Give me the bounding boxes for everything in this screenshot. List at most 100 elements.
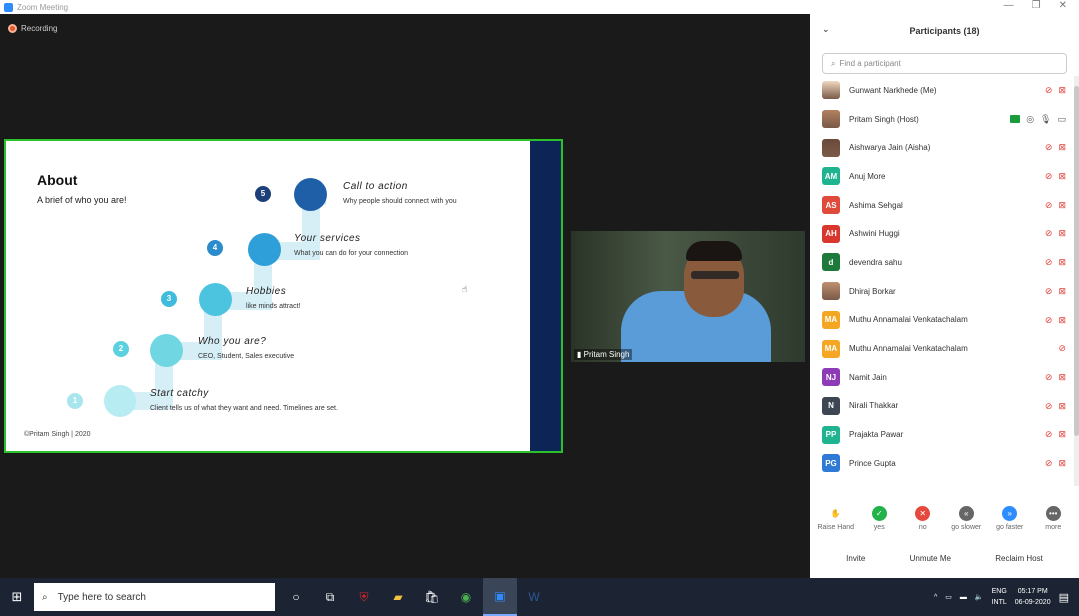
store-icon[interactable]: 🛍 <box>415 578 449 616</box>
video-person-hair <box>686 241 742 261</box>
participant-row[interactable]: AM Anuj More ⊘ ⊠ <box>810 162 1074 191</box>
zoom-icon[interactable]: ▣ <box>483 578 517 616</box>
mic-muted-icon: ⊘ <box>1044 171 1053 182</box>
language-indicator[interactable]: ENG INTL <box>992 586 1007 608</box>
mcafee-icon[interactable]: ⛨ <box>347 578 381 616</box>
step-2-number: 2 <box>113 341 129 357</box>
participant-row[interactable]: N Nirali Thakkar ⊘ ⊠ <box>810 392 1074 421</box>
participant-avatar <box>822 282 840 301</box>
video-off-icon: ⊠ <box>1058 314 1066 325</box>
taskbar-apps: ○ ⧉ ⛨ ▰ 🛍 ◉ ▣ W <box>279 578 551 616</box>
participant-row[interactable]: NJ Namit Jain ⊘ ⊠ <box>810 363 1074 392</box>
slide-footer: ©Pritam Singh | 2020 <box>24 431 91 438</box>
network-icon[interactable]: ▭ <box>945 593 952 601</box>
participant-avatar: PG <box>822 454 840 473</box>
participant-status: ⊘ ⊠ <box>1045 401 1066 411</box>
recording-indicator[interactable]: Recording <box>8 24 57 33</box>
signal-icon: ▮ <box>577 350 582 359</box>
participant-row[interactable]: PP Prajakta Pawar ⊘ ⊠ <box>810 420 1074 449</box>
participant-row[interactable]: Pritam Singh (Host) ◎ 🎙 ▭ <box>810 105 1074 134</box>
video-off-icon: ⊠ <box>1058 142 1066 153</box>
participant-row[interactable]: AH Ashwini Huggi ⊘ ⊠ <box>810 219 1074 248</box>
participant-status: ⊘ ⊠ <box>1045 429 1066 439</box>
window-title: Zoom Meeting <box>17 2 69 12</box>
window-title-bar: Zoom Meeting <box>0 0 810 14</box>
collapse-chevron-icon[interactable]: ⌄ <box>822 24 830 35</box>
participant-row[interactable]: d devendra sahu ⊘ ⊠ <box>810 248 1074 277</box>
participant-video[interactable]: ▮ Pritam Singh <box>571 231 805 362</box>
reaction-go-slower-button[interactable]: « go slower <box>946 506 986 531</box>
task-view-icon[interactable]: ⧉ <box>313 578 347 616</box>
search-icon: ⌕ <box>831 58 836 68</box>
video-person-glasses <box>691 271 739 279</box>
reclaim-host-button[interactable]: Reclaim Host <box>989 552 1049 565</box>
taskbar-clock[interactable]: 05:17 PM 06-09-2020 <box>1015 586 1051 608</box>
participant-list[interactable]: Gunwant Narkhede (Me) ⊘ ⊠ Pritam Singh (Hos… <box>810 76 1074 486</box>
participant-avatar <box>822 110 840 129</box>
volume-icon[interactable]: 🔈 <box>975 593 984 601</box>
meeting-stage: Recording About A brief of who you are! … <box>0 14 810 578</box>
file-explorer-icon[interactable]: ▰ <box>381 578 415 616</box>
panel-title: Participants (18) <box>909 26 980 36</box>
cortana-icon[interactable]: ○ <box>279 578 313 616</box>
participant-name: devendra sahu <box>849 257 902 267</box>
mic-muted-icon: ⊘ <box>1044 314 1053 325</box>
reaction-raise-hand-button[interactable]: ✋ Raise Hand <box>816 506 856 531</box>
system-tray: ^ ▭ ▬ 🔈 ENG INTL 05:17 PM 06-09-2020 ▤ <box>934 578 1079 616</box>
participant-status: ⊘ ⊠ <box>1045 315 1066 325</box>
step-4-title: Your services <box>294 233 361 244</box>
minimize-button[interactable]: — <box>1004 0 1014 14</box>
taskbar-search-input[interactable]: ⌕ Type here to search <box>34 583 275 611</box>
participant-name: Anuj More <box>849 171 886 181</box>
mic-muted-icon: ⊘ <box>1058 343 1066 354</box>
participant-row[interactable]: MA Muthu Annamalai Venkatachalam ⊘ <box>810 334 1074 363</box>
participant-row[interactable]: Gunwant Narkhede (Me) ⊘ ⊠ <box>810 76 1074 105</box>
mic-on-icon: 🎙 <box>1040 113 1052 124</box>
reaction-more-button[interactable]: ••• more <box>1033 506 1073 531</box>
participant-search-input[interactable]: ⌕ Find a participant <box>822 53 1067 74</box>
participant-row[interactable]: AS Ashima Sehgal ⊘ ⊠ <box>810 191 1074 220</box>
step-2-desc: CEO, Student, Sales executive <box>198 353 295 360</box>
reaction-icon: ✕ <box>915 506 931 521</box>
mic-muted-icon: ⊘ <box>1044 142 1053 153</box>
participant-name: Prince Gupta <box>849 458 896 468</box>
participant-row[interactable]: PG Prince Gupta ⊘ ⊠ <box>810 449 1074 478</box>
scrollbar-thumb[interactable] <box>1074 86 1079 436</box>
participant-avatar: NJ <box>822 368 840 387</box>
reaction-no-button[interactable]: ✕ no <box>903 506 943 531</box>
reaction-label: go slower <box>951 524 982 531</box>
invite-button[interactable]: Invite <box>840 552 871 565</box>
mic-muted-icon: ⊘ <box>1044 228 1053 239</box>
step-5-title: Call to action <box>343 181 408 192</box>
reaction-go-faster-button[interactable]: » go faster <box>990 506 1030 531</box>
taskbar-search-placeholder: Type here to search <box>57 591 146 603</box>
participant-status: ⊘ ⊠ <box>1045 171 1066 181</box>
shared-screen[interactable]: About A brief of who you are! 1 Start ca… <box>4 139 563 453</box>
recording-label: Recording <box>21 24 58 33</box>
tray-chevron-icon[interactable]: ^ <box>934 594 937 601</box>
participant-status: ⊘ ⊠ <box>1045 85 1066 95</box>
participant-avatar: MA <box>822 339 840 358</box>
participant-scrollbar[interactable] <box>1074 76 1079 486</box>
participant-status: ⊘ ⊠ <box>1045 200 1066 210</box>
participant-row[interactable]: Aishwarya Jain (Aisha) ⊘ ⊠ <box>810 133 1074 162</box>
step-4-circle <box>248 233 281 266</box>
notifications-icon[interactable]: ▤ <box>1059 591 1069 604</box>
step-1-desc: Client tells us of what they want and ne… <box>150 405 338 412</box>
start-button[interactable]: ⊞ <box>0 578 34 616</box>
close-button[interactable]: ✕ <box>1059 0 1067 14</box>
participant-row[interactable]: Dhiraj Borkar ⊘ ⊠ <box>810 277 1074 306</box>
participant-status: ⊘ <box>1058 343 1066 353</box>
participant-row[interactable]: MA Muthu Annamalai Venkatachalam ⊘ ⊠ <box>810 306 1074 335</box>
reaction-label: yes <box>873 524 885 531</box>
unmute-me-button[interactable]: Unmute Me <box>904 552 957 565</box>
word-icon[interactable]: W <box>517 578 551 616</box>
restore-button[interactable]: ❐ <box>1032 0 1041 14</box>
step-3-number: 3 <box>161 291 177 307</box>
reaction-yes-button[interactable]: ✓ yes <box>859 506 899 531</box>
participant-avatar: d <box>822 253 840 272</box>
chrome-icon[interactable]: ◉ <box>449 578 483 616</box>
participant-name: Ashima Sehgal <box>849 200 903 210</box>
battery-icon[interactable]: ▬ <box>960 594 967 601</box>
video-off-icon: ⊠ <box>1058 400 1066 411</box>
